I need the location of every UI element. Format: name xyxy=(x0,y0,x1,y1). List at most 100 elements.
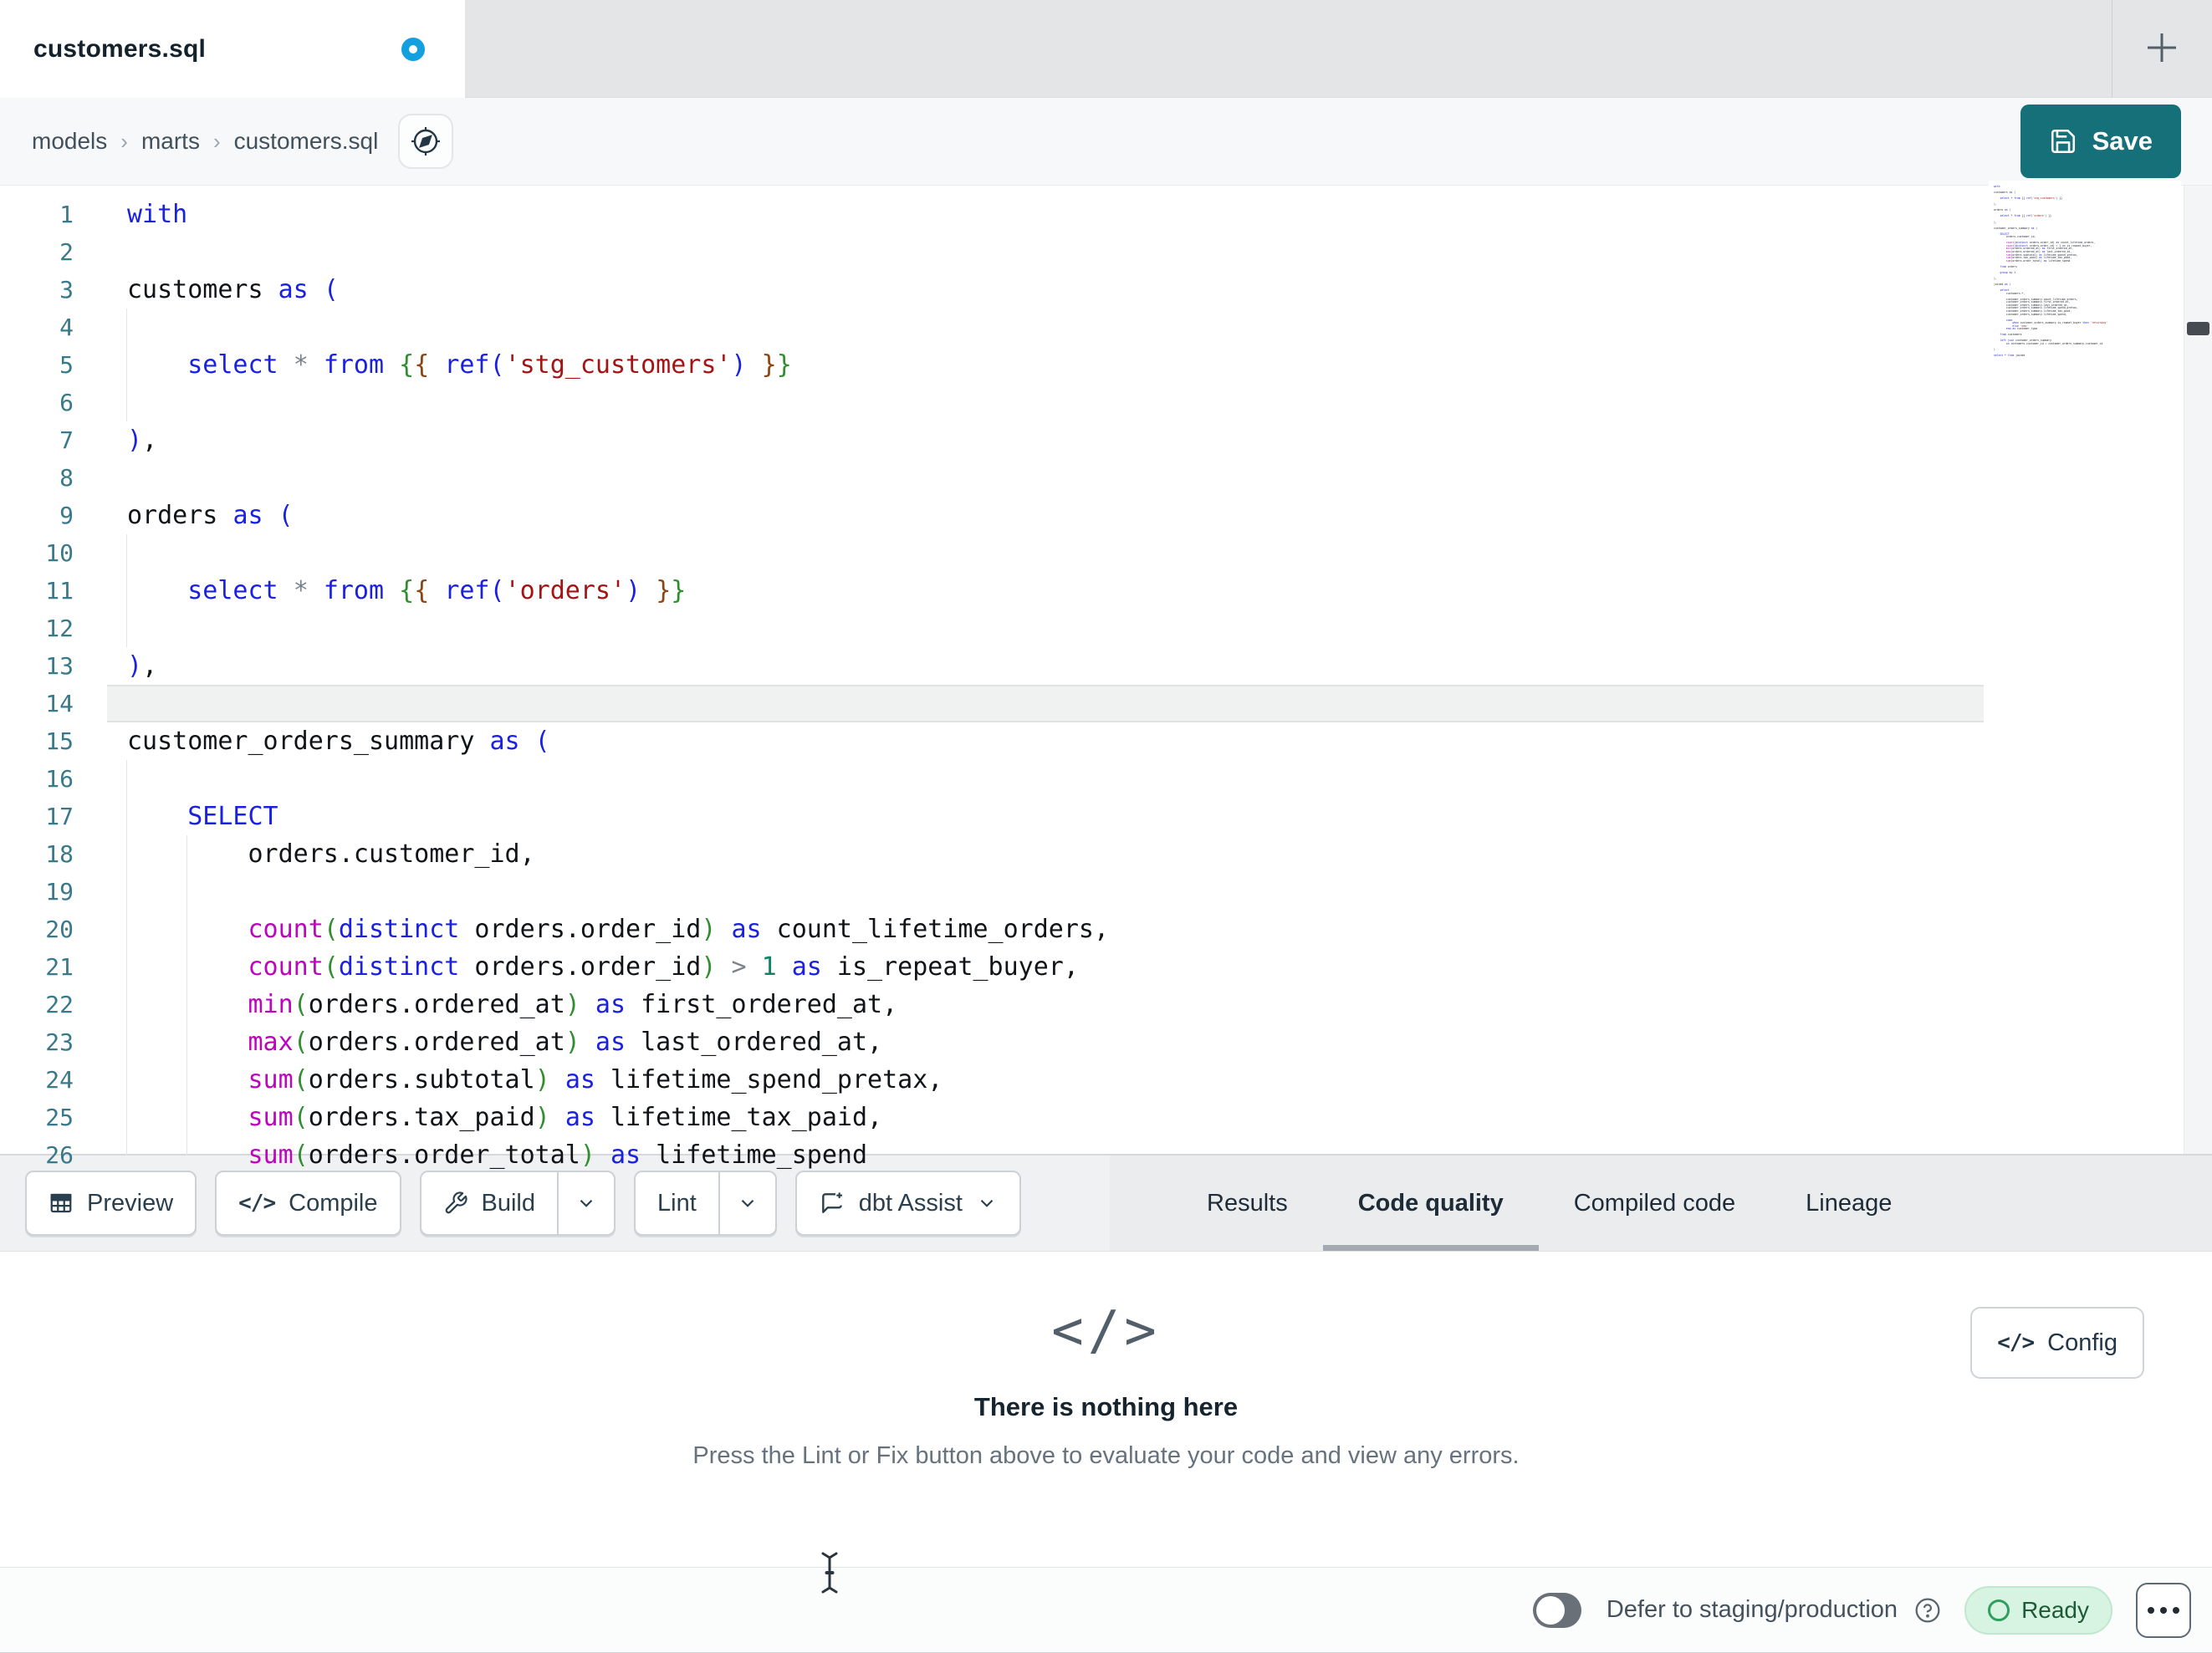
indent-guide xyxy=(186,873,187,911)
line-number: 22 xyxy=(45,991,74,1018)
indent-guide xyxy=(126,873,127,911)
explore-lineage-button[interactable] xyxy=(398,114,454,169)
line-number: 16 xyxy=(45,765,74,793)
empty-state-subtitle: Press the Lint or Fix button above to ev… xyxy=(692,1442,1520,1469)
line-number: 1 xyxy=(59,201,74,228)
compile-button[interactable]: </> Compile xyxy=(215,1171,401,1236)
code-line[interactable]: 10 xyxy=(0,534,2212,572)
unsaved-changes-indicator xyxy=(401,38,425,61)
preview-button[interactable]: Preview xyxy=(25,1171,197,1236)
line-number: 10 xyxy=(45,539,74,567)
breadcrumb-item-models[interactable]: models xyxy=(32,128,107,155)
compile-label: Compile xyxy=(289,1189,378,1217)
build-label: Build xyxy=(481,1189,536,1217)
code-lines: 1 with 2 3 customers as ( 4 5 select * from {{… xyxy=(0,196,2212,1174)
line-number: 20 xyxy=(45,916,74,943)
scrollbar-thumb[interactable] xyxy=(2187,322,2209,335)
line-number: 9 xyxy=(59,502,74,529)
line-number: 5 xyxy=(59,351,74,379)
code-line[interactable]: 18 orders.customer_id, xyxy=(0,835,2212,873)
line-number: 13 xyxy=(45,652,74,680)
save-button[interactable]: Save xyxy=(2020,105,2181,178)
indent-guide xyxy=(126,610,127,647)
code-quality-panel: </> Config </> There is nothing here Pre… xyxy=(0,1252,2212,1567)
code-line[interactable]: 20 count(distinct orders.order_id) as co… xyxy=(0,911,2212,948)
code-line[interactable]: 8 xyxy=(0,459,2212,497)
code-line[interactable]: 23 max(orders.ordered_at) as last_ordere… xyxy=(0,1023,2212,1061)
tab-customers-sql[interactable]: customers.sql xyxy=(0,0,465,99)
status-bar: Defer to staging/production Ready xyxy=(0,1567,2212,1652)
code-line[interactable]: 4 xyxy=(0,309,2212,346)
breadcrumb-separator: › xyxy=(120,128,128,154)
ready-label: Ready xyxy=(2021,1596,2089,1623)
chevron-down-icon xyxy=(980,1199,994,1207)
tab-results[interactable]: Results xyxy=(1172,1156,1323,1251)
code-line[interactable]: 22 min(orders.ordered_at) as first_order… xyxy=(0,986,2212,1023)
minimap[interactable]: with customers as ( select * from {{ ref… xyxy=(1989,181,2181,385)
code-line[interactable]: 15 customer_orders_summary as ( xyxy=(0,722,2212,760)
line-number: 14 xyxy=(45,690,74,717)
dbt-assist-button[interactable]: dbt Assist xyxy=(794,1171,1021,1236)
line-number: 18 xyxy=(45,840,74,868)
line-number: 15 xyxy=(45,727,74,755)
lint-button[interactable]: Lint xyxy=(636,1172,718,1234)
code-line[interactable]: 21 count(distinct orders.order_id) > 1 a… xyxy=(0,948,2212,986)
code-line[interactable]: 24 sum(orders.subtotal) as lifetime_spen… xyxy=(0,1061,2212,1099)
code-icon: </> xyxy=(238,1191,276,1216)
dbt-assist-label: dbt Assist xyxy=(858,1189,963,1217)
breadcrumb-item-file[interactable]: customers.sql xyxy=(234,128,379,155)
indent-guide xyxy=(126,534,127,572)
code-line[interactable]: 9 orders as ( xyxy=(0,497,2212,534)
line-number: 19 xyxy=(45,878,74,906)
save-label: Save xyxy=(2092,126,2153,156)
line-number: 3 xyxy=(59,276,74,304)
line-number: 21 xyxy=(45,953,74,981)
build-split-button: Build xyxy=(419,1171,616,1236)
lint-split-button: Lint xyxy=(634,1171,777,1236)
editor-scrollbar[interactable] xyxy=(2184,186,2212,1154)
code-line[interactable]: 1 with xyxy=(0,196,2212,233)
tab-compiled-code[interactable]: Compiled code xyxy=(1539,1156,1770,1251)
code-line[interactable]: 6 xyxy=(0,384,2212,421)
lint-dropdown-button[interactable] xyxy=(718,1172,775,1234)
code-line[interactable]: 2 xyxy=(0,233,2212,271)
tab-bar: customers.sql xyxy=(0,0,2212,99)
code-line[interactable]: 3 customers as ( xyxy=(0,271,2212,309)
new-tab-button[interactable] xyxy=(2134,20,2189,75)
breadcrumb-item-marts[interactable]: marts xyxy=(141,128,200,155)
empty-state: </> There is nothing here Press the Lint… xyxy=(0,1252,2212,1470)
results-tab-bar: Results Code quality Compiled code Linea… xyxy=(1110,1156,2212,1251)
dots-icon xyxy=(2148,1606,2154,1614)
build-button[interactable]: Build xyxy=(421,1172,558,1234)
build-dropdown-button[interactable] xyxy=(557,1172,614,1234)
tab-code-quality[interactable]: Code quality xyxy=(1322,1156,1539,1251)
breadcrumb-row: models › marts › customers.sql Save xyxy=(0,98,2212,186)
code-icon-large: </> xyxy=(1051,1300,1161,1362)
code-line[interactable]: 13), xyxy=(0,647,2212,685)
code-line[interactable]: 25 sum(orders.tax_paid) as lifetime_tax_… xyxy=(0,1099,2212,1136)
code-line[interactable]: 19 xyxy=(0,873,2212,911)
help-icon[interactable] xyxy=(1914,1597,1941,1624)
line-number: 25 xyxy=(45,1104,74,1131)
code-line[interactable]: 16 xyxy=(0,760,2212,798)
breadcrumb: models › marts › customers.sql xyxy=(32,128,378,155)
line-number: 11 xyxy=(45,577,74,605)
code-line[interactable]: 12 xyxy=(0,610,2212,647)
code-editor[interactable]: 1 with 2 3 customers as ( 4 5 select * from {{… xyxy=(0,181,2212,1174)
line-number: 4 xyxy=(59,314,74,341)
tab-lineage[interactable]: Lineage xyxy=(1770,1156,1927,1251)
lint-label: Lint xyxy=(657,1189,697,1217)
code-line[interactable]: 14 xyxy=(0,685,2212,722)
wrench-icon xyxy=(443,1191,468,1216)
code-line[interactable]: 17 SELECT xyxy=(0,798,2212,835)
line-number: 23 xyxy=(45,1028,74,1056)
editor-toolbar: Preview </> Compile Build Lint dbt Assis… xyxy=(0,1156,2212,1252)
defer-toggle[interactable] xyxy=(1532,1592,1581,1628)
code-line[interactable]: 7), xyxy=(0,421,2212,459)
toggle-knob xyxy=(1535,1595,1565,1625)
indent-guide xyxy=(126,760,127,798)
code-line[interactable]: 11 select * from {{ ref('orders') }} xyxy=(0,572,2212,610)
overflow-menu-button[interactable] xyxy=(2136,1582,2191,1638)
compass-icon xyxy=(411,127,441,156)
code-line[interactable]: 5 select * from {{ ref('stg_customers') … xyxy=(0,346,2212,384)
